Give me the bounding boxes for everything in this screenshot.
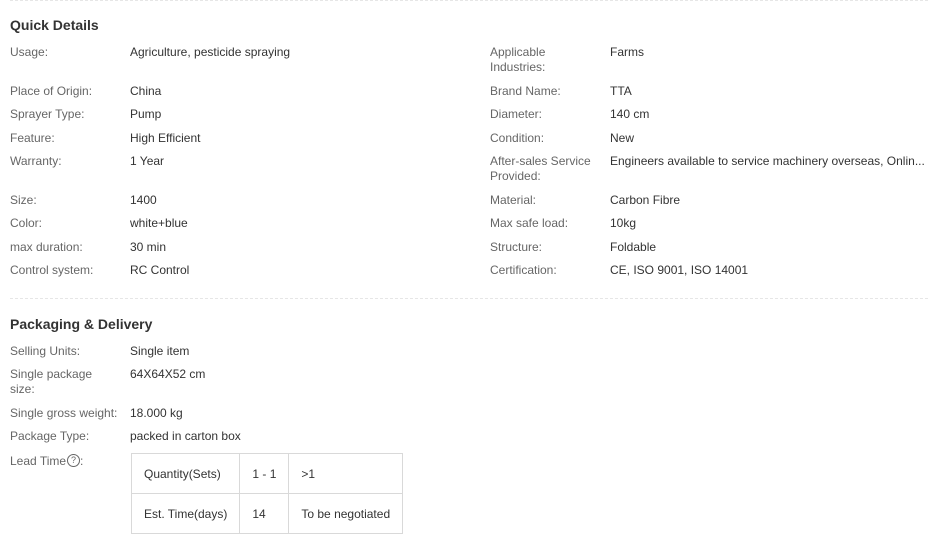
packaging-value: 18.000 kg (130, 406, 183, 420)
detail-label: Brand Name: (490, 84, 561, 98)
detail-value: High Efficient (130, 131, 201, 145)
quantity-range-cell: 1 - 1 (239, 453, 290, 494)
detail-label: Usage: (10, 45, 49, 59)
packaging-label: Package Type: (10, 429, 90, 443)
top-divider (10, 0, 928, 1)
section-divider (10, 298, 928, 299)
packaging-label: Single package size: (10, 367, 93, 396)
detail-value: Agriculture, pesticide spraying (130, 45, 291, 59)
detail-label: Feature: (10, 131, 55, 145)
lead-time-text: Lead Time (10, 454, 67, 468)
detail-value: New (610, 131, 635, 145)
detail-value: CE, ISO 9001, ISO 14001 (610, 263, 749, 277)
detail-value: 10kg (610, 216, 637, 230)
packaging-value: packed in carton box (130, 429, 241, 443)
packaging-value: 64X64X52 cm (130, 367, 206, 381)
detail-value: Engineers available to service machinery… (610, 154, 925, 168)
detail-value: China (130, 84, 162, 98)
detail-value: white+blue (130, 216, 188, 230)
packaging-label: Single gross weight: (10, 406, 118, 420)
detail-value: 30 min (130, 240, 167, 254)
detail-label: Material: (490, 193, 537, 207)
question-circle-icon[interactable]: ? (67, 454, 81, 468)
detail-label: Sprayer Type: (10, 107, 85, 121)
lead-time-table: Quantity(Sets) 1 - 1 >1 Est. Time(days) … (130, 453, 404, 534)
detail-label: Place of Origin: (10, 84, 93, 98)
est-time-cell: 14 (239, 493, 290, 534)
detail-value: RC Control (130, 263, 190, 277)
detail-label: Max safe load: (490, 216, 569, 230)
detail-value: 1 Year (130, 154, 165, 168)
detail-label: Control system: (10, 263, 94, 277)
detail-label: Color: (10, 216, 43, 230)
quick-details-title: Quick Details (10, 17, 99, 33)
table-row: Quantity(Sets) 1 - 1 >1 (130, 453, 404, 494)
detail-value: Pump (130, 107, 162, 121)
detail-label: Applicable Industries: (490, 45, 546, 74)
detail-label: Certification: (490, 263, 557, 277)
detail-value: Foldable (610, 240, 657, 254)
detail-label: Diameter: (490, 107, 543, 121)
detail-label: After-sales Service Provided: (490, 154, 591, 183)
detail-label: Condition: (490, 131, 545, 145)
est-time-header-cell: Est. Time(days) (130, 493, 241, 534)
quantity-range-cell: >1 (288, 453, 404, 494)
packaging-delivery-title: Packaging & Delivery (10, 316, 153, 332)
lead-time-label: Lead Time?: (10, 454, 83, 469)
detail-label: Structure: (490, 240, 543, 254)
detail-value: 1400 (130, 193, 157, 207)
detail-value: 140 cm (610, 107, 650, 121)
detail-label: Size: (10, 193, 37, 207)
table-row: Est. Time(days) 14 To be negotiated (130, 493, 404, 534)
lead-time-colon: : (80, 454, 84, 468)
detail-label: max duration: (10, 240, 83, 254)
quantity-header-cell: Quantity(Sets) (130, 453, 241, 494)
detail-value: Farms (610, 45, 644, 59)
detail-label: Warranty: (10, 154, 62, 168)
detail-value: TTA (610, 84, 632, 98)
packaging-label: Selling Units: (10, 344, 81, 358)
packaging-value: Single item (130, 344, 190, 358)
est-time-cell: To be negotiated (288, 493, 404, 534)
detail-value: Carbon Fibre (610, 193, 681, 207)
